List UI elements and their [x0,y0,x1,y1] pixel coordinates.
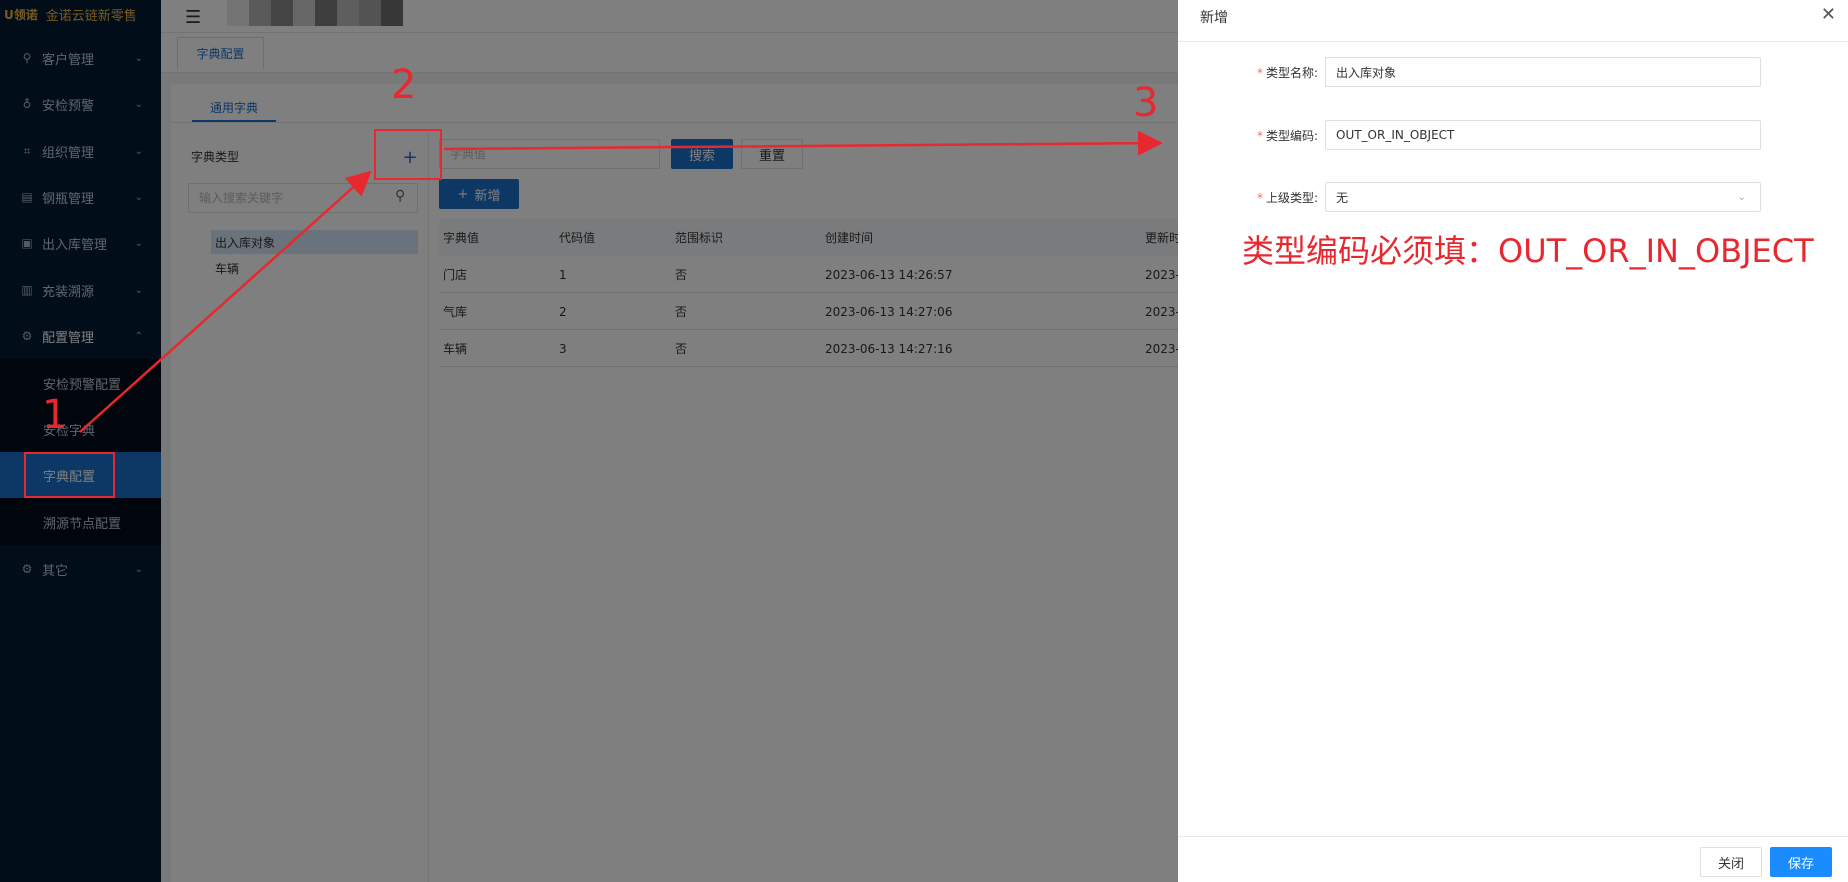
save-button[interactable]: 保存 [1770,847,1832,877]
step-number: 3 [1133,80,1159,126]
add-drawer: 新增 ✕ * 类型名称: 出入库对象 * 类型编码: OUT_OR_IN_OBJEC… [1178,0,1848,882]
annotation-note: 类型编码必须填：OUT_OR_IN_OBJECT [1242,232,1814,270]
chevron-down-icon: ⌄ [1737,191,1746,203]
type-code-label: * 类型编码: [1256,129,1318,143]
type-name-label: * 类型名称: [1256,66,1318,80]
step-number: 1 [42,392,68,438]
divider [1178,836,1848,837]
step-number: 2 [391,62,417,108]
modal-overlay[interactable] [0,0,1178,882]
divider [1178,41,1848,42]
drawer-title: 新增 [1200,10,1228,26]
type-name-input[interactable]: 出入库对象 [1325,57,1761,87]
highlight-box [24,452,115,498]
close-button[interactable]: 关闭 [1700,847,1762,877]
highlight-box [374,129,442,180]
parent-type-select[interactable]: 无 ⌄ [1325,182,1761,212]
type-code-input[interactable]: OUT_OR_IN_OBJECT [1325,120,1761,150]
parent-type-label: * 上级类型: [1256,191,1318,205]
close-icon[interactable]: ✕ [1821,4,1836,25]
